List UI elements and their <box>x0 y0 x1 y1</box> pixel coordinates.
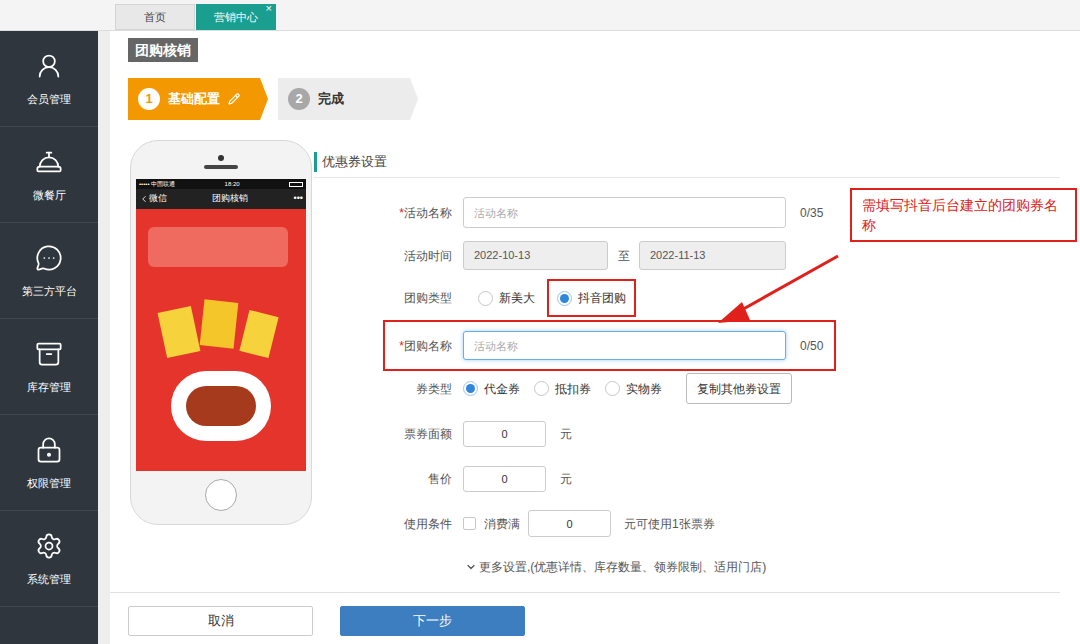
phone-screen: ••••• 中国联通18:20微信团购核销••• <box>136 179 306 471</box>
char-counter: 0/50 <box>800 337 823 355</box>
close-tab-button[interactable]: × <box>266 3 272 14</box>
step: 1基础配置 <box>128 78 268 120</box>
sidebar-item[interactable]: 系统管理 <box>0 511 98 607</box>
field-label: 售价 <box>314 470 453 488</box>
section-header: 优惠券设置 <box>314 152 1060 178</box>
coupon-type-radio[interactable]: 代金券 <box>463 380 520 398</box>
field-label: 券类型 <box>314 380 453 398</box>
field-label: 使用条件 <box>314 515 453 533</box>
field-label: 活动时间 <box>314 247 453 265</box>
copy-settings-button[interactable]: 复制其他券设置 <box>686 373 792 404</box>
field-label: *团购名称 <box>314 337 453 355</box>
end-date-input: 2022-11-13 <box>639 241 786 270</box>
char-counter: 0/35 <box>800 204 823 222</box>
coupon-type-radio[interactable]: 抵扣券 <box>534 380 591 398</box>
next-button[interactable]: 下一步 <box>340 606 525 636</box>
radio-icon[interactable] <box>463 381 478 396</box>
phone-nav-bar: 微信团购核销••• <box>136 189 306 209</box>
cancel-button[interactable]: 取消 <box>128 606 313 636</box>
sidebar-item-icon <box>35 148 63 176</box>
condition-amount-input[interactable] <box>528 510 611 537</box>
condition-checkbox[interactable] <box>463 517 476 530</box>
face-value-input[interactable] <box>463 421 546 447</box>
page-title: 团购核销 <box>128 38 198 62</box>
edit-icon <box>228 93 240 105</box>
field-label: 票券面额 <box>314 425 453 443</box>
radio-icon[interactable] <box>605 381 620 396</box>
sidebar-item[interactable]: 第三方平台 <box>0 223 98 319</box>
back-icon[interactable] <box>139 194 149 204</box>
group-type-radio[interactable]: 抖音团购 <box>557 289 626 307</box>
annotation-box: 需填写抖音后台建立的团购券名称 <box>850 188 1077 242</box>
coupon-type-radio[interactable]: 实物券 <box>605 380 662 398</box>
sidebar-item-icon <box>35 340 63 368</box>
sidebar-item[interactable]: 会员管理 <box>0 31 98 127</box>
field-label: 团购类型 <box>314 289 453 307</box>
sidebar-item-icon <box>35 244 63 272</box>
more-settings-toggle[interactable]: 更多设置,(优惠详情、库存数量、领券限制、适用门店) <box>465 558 766 576</box>
top-bar: 首页营销中心× <box>0 0 1080 31</box>
start-date-input: 2022-10-13 <box>463 241 608 270</box>
group-name-input[interactable] <box>463 331 786 360</box>
chevron-down-icon <box>465 561 477 573</box>
top-tab[interactable]: 首页 <box>115 4 195 30</box>
sidebar-item[interactable]: 库存管理 <box>0 319 98 415</box>
radio-icon[interactable] <box>478 291 493 306</box>
top-tab[interactable]: 营销中心× <box>196 4 276 30</box>
step: 2完成 <box>278 78 418 120</box>
sidebar-item[interactable]: 微餐厅 <box>0 127 98 223</box>
phone-preview: ••••• 中国联通18:20微信团购核销••• <box>130 140 312 525</box>
sidebar-item[interactable]: 权限管理 <box>0 415 98 511</box>
main-content: 团购核销 1基础配置2完成 ••••• 中国联通18:20微信团购核销••• 优惠券设… <box>110 31 1080 644</box>
home-button <box>205 479 237 511</box>
activity-name-input[interactable] <box>463 197 786 228</box>
price-input[interactable] <box>463 466 546 492</box>
sidebar-item-icon <box>35 52 63 80</box>
annotation-arrow-icon <box>0 0 1080 644</box>
phone-status-bar: ••••• 中国联通18:20 <box>136 179 306 189</box>
sidebar-item-icon <box>35 532 63 560</box>
radio-icon[interactable] <box>557 291 572 306</box>
poster-image <box>136 209 306 471</box>
sidebar-item-icon <box>35 436 63 464</box>
radio-icon[interactable] <box>534 381 549 396</box>
sidebar: 会员管理微餐厅第三方平台库存管理权限管理系统管理 <box>0 31 98 644</box>
group-type-radio[interactable]: 新美大 <box>478 289 535 307</box>
field-label: *活动名称 <box>314 204 453 222</box>
